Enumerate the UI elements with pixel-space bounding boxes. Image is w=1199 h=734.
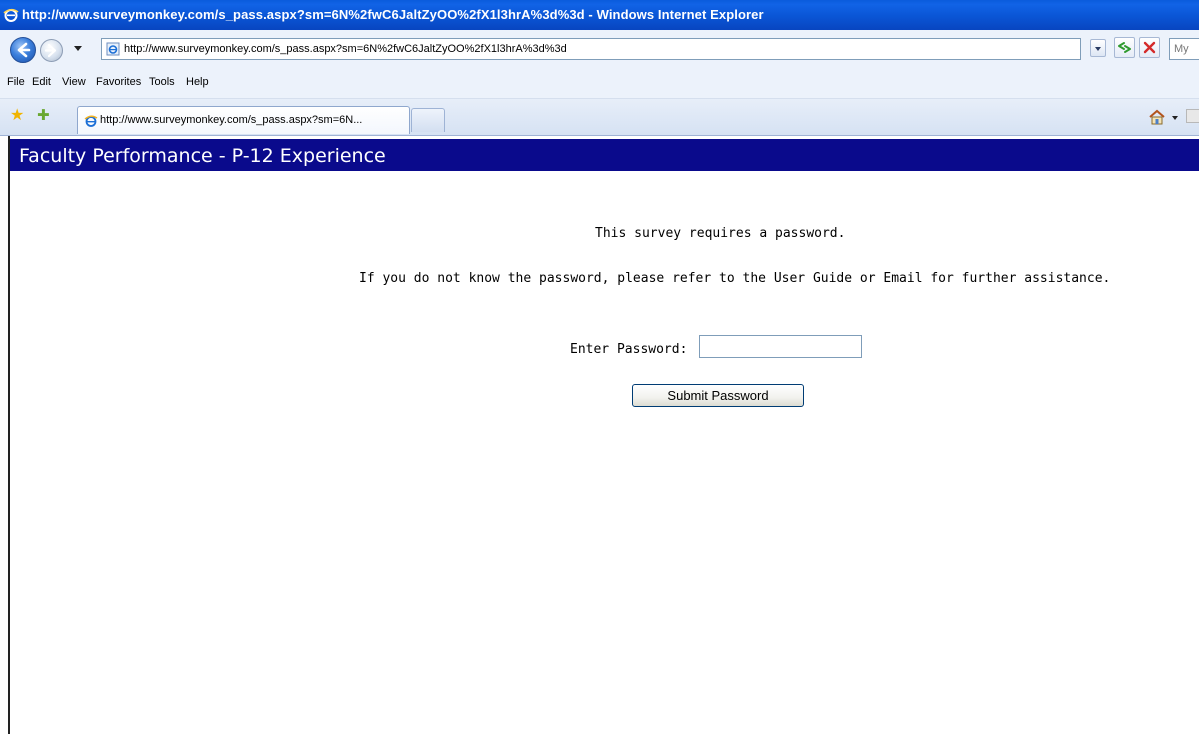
tab-surveymonkey[interactable]: http://www.surveymonkey.com/s_pass.aspx?… bbox=[77, 106, 410, 134]
ie-logo-icon bbox=[3, 8, 19, 22]
ie-page-icon bbox=[106, 42, 120, 56]
menu-file[interactable]: File bbox=[7, 76, 25, 88]
menu-bar: File Edit View Favorites Tools Help bbox=[0, 70, 1199, 99]
new-tab-button[interactable] bbox=[411, 108, 445, 132]
search-input[interactable]: My bbox=[1169, 38, 1199, 60]
submit-password-button[interactable]: Submit Password bbox=[632, 384, 804, 407]
back-button[interactable] bbox=[10, 37, 36, 63]
password-label: Enter Password: bbox=[570, 342, 688, 357]
recent-pages-dropdown-icon[interactable] bbox=[74, 46, 82, 51]
page-content: Faculty Performance - P-12 Experience Th… bbox=[8, 136, 1199, 734]
home-dropdown-icon[interactable] bbox=[1172, 116, 1178, 120]
tab-bar: ★ ✚ http://www.surveymonkey.com/s_pass.a… bbox=[0, 99, 1199, 136]
tab-label: http://www.surveymonkey.com/s_pass.aspx?… bbox=[100, 114, 363, 126]
stop-button[interactable] bbox=[1139, 37, 1160, 58]
survey-title: Faculty Performance - P-12 Experience bbox=[19, 145, 386, 167]
address-input[interactable]: http://www.surveymonkey.com/s_pass.aspx?… bbox=[101, 38, 1081, 60]
refresh-button[interactable] bbox=[1114, 37, 1135, 58]
add-to-favorites-icon[interactable]: ✚ bbox=[37, 107, 50, 123]
stop-icon bbox=[1143, 41, 1156, 54]
refresh-icon bbox=[1118, 42, 1131, 53]
favorites-center-star-icon[interactable]: ★ bbox=[10, 107, 24, 123]
ie-page-icon bbox=[84, 115, 98, 127]
menu-help[interactable]: Help bbox=[186, 76, 209, 88]
menu-tools[interactable]: Tools bbox=[149, 76, 175, 88]
password-required-text: This survey requires a password. bbox=[595, 226, 846, 241]
password-input[interactable] bbox=[699, 335, 862, 358]
menu-view[interactable]: View bbox=[62, 76, 86, 88]
menu-favorites[interactable]: Favorites bbox=[96, 76, 141, 88]
back-arrow-icon bbox=[17, 42, 31, 58]
feeds-icon[interactable] bbox=[1186, 109, 1199, 123]
menu-edit[interactable]: Edit bbox=[32, 76, 51, 88]
survey-banner: Faculty Performance - P-12 Experience bbox=[10, 139, 1199, 171]
address-url: http://www.surveymonkey.com/s_pass.aspx?… bbox=[124, 43, 567, 55]
forward-button[interactable] bbox=[40, 39, 63, 62]
password-help-text: If you do not know the password, please … bbox=[359, 271, 1111, 286]
address-dropdown-button[interactable] bbox=[1090, 39, 1106, 57]
home-icon[interactable] bbox=[1148, 108, 1166, 126]
forward-arrow-icon bbox=[44, 43, 57, 58]
search-placeholder: My bbox=[1174, 43, 1189, 55]
window-title: http://www.surveymonkey.com/s_pass.aspx?… bbox=[22, 7, 764, 22]
address-toolbar: http://www.surveymonkey.com/s_pass.aspx?… bbox=[0, 30, 1199, 71]
window-title-bar[interactable]: http://www.surveymonkey.com/s_pass.aspx?… bbox=[0, 0, 1199, 30]
